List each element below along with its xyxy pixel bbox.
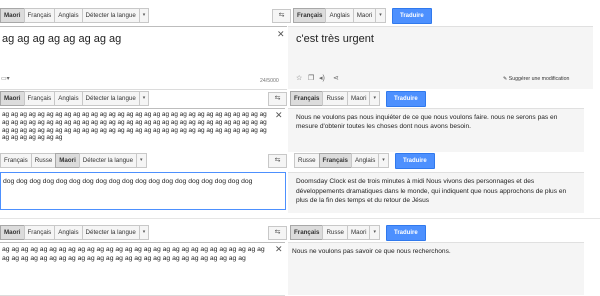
source-language-bar: Maori Français Anglais Détecter la langu… (0, 90, 150, 106)
swap-icon: ⇆ (274, 229, 281, 236)
target-tab-russe[interactable]: Russe (294, 152, 320, 168)
translate-button[interactable]: Traduire (395, 153, 435, 169)
target-tab-francais[interactable]: Français (293, 7, 327, 23)
target-tab-anglais[interactable]: Anglais (325, 7, 354, 23)
source-text: ag ag ag ag ag ag ag ag ag ag ag ag ag a… (2, 246, 265, 262)
translation-text: Nous ne voulons pas nous inquiéter de ce… (296, 114, 558, 130)
char-counter: 24/5000 (260, 78, 279, 84)
source-text: ag ag ag ag ag ag ag ag (2, 33, 122, 45)
source-language-bar: Maori Français Anglais Détecter la langu… (0, 224, 150, 240)
translation-output: c'est très urgent ☆ ❐ ◂) ⋖ ✎ Suggérer un… (288, 26, 593, 89)
target-tab-francais[interactable]: Français (290, 224, 324, 240)
swap-icon: ⇆ (274, 95, 281, 102)
source-tab-francais[interactable]: Français (23, 224, 56, 240)
keyboard-icon[interactable]: ▭▾ (1, 75, 10, 82)
translate-panel-2: Maori Français Anglais Détecter la langu… (0, 90, 600, 154)
swap-languages-button[interactable]: ⇆ (268, 226, 287, 240)
suggest-edit-label: Suggérer une modification (508, 76, 570, 82)
target-language-bar: Français Anglais Maori ▾ (293, 7, 386, 23)
target-tab-maori[interactable]: Maori (352, 7, 377, 23)
translation-output: Doomsday Clock est de trois minutes à mi… (288, 172, 584, 213)
source-tab-maori[interactable]: Maori (0, 90, 25, 106)
source-tab-maori[interactable]: Maori (55, 152, 80, 168)
source-more-dropdown[interactable]: ▾ (138, 90, 150, 106)
source-more-dropdown[interactable]: ▾ (138, 224, 150, 240)
source-tab-maori[interactable]: Maori (0, 7, 25, 23)
target-tab-russe[interactable]: Russe (322, 224, 348, 240)
target-more-dropdown[interactable]: ▾ (375, 7, 386, 23)
source-textarea[interactable]: ag ag ag ag ag ag ag ag ag ag ag ag ag a… (0, 242, 285, 296)
source-tab-francais[interactable]: Français (23, 7, 56, 23)
target-tab-russe[interactable]: Russe (322, 90, 348, 106)
swap-languages-button[interactable]: ⇆ (268, 154, 287, 168)
translation-text: Doomsday Clock est de trois minutes à mi… (296, 178, 567, 204)
target-tab-anglais[interactable]: Anglais (351, 152, 380, 168)
source-tab-detect[interactable]: Détecter la langue (81, 7, 140, 23)
target-more-dropdown[interactable]: ▾ (369, 224, 380, 240)
translation-output: Nous ne voulons pas nous inquiéter de ce… (288, 108, 584, 153)
source-tab-detect[interactable]: Détecter la langue (78, 152, 138, 168)
target-more-dropdown[interactable]: ▾ (378, 152, 389, 168)
source-textarea[interactable]: ag ag ag ag ag ag ag ag ✕ ▭▾ 24/5000 (0, 26, 287, 90)
source-tab-anglais[interactable]: Anglais (54, 7, 83, 23)
source-tab-russe[interactable]: Russe (30, 152, 57, 168)
clear-source-button[interactable]: ✕ (277, 29, 285, 40)
translate-panel-1: Maori Français Anglais Détecter la langu… (0, 0, 600, 92)
star-icon[interactable]: ☆ (296, 74, 302, 82)
translate-button[interactable]: Traduire (392, 8, 432, 24)
source-tab-anglais[interactable]: Anglais (54, 90, 83, 106)
source-language-bar: Maori Français Anglais Détecter la langu… (0, 7, 150, 23)
swap-languages-button[interactable]: ⇆ (268, 92, 287, 106)
suggest-edit-link[interactable]: ✎ Suggérer une modification (503, 76, 569, 82)
share-icon[interactable]: ⋖ (333, 74, 339, 82)
speaker-icon[interactable]: ◂) (319, 74, 325, 82)
source-tab-maori[interactable]: Maori (0, 224, 25, 240)
target-language-bar: Russe Français Anglais ▾ (294, 152, 389, 168)
source-tab-detect[interactable]: Détecter la langue (81, 90, 140, 106)
source-tab-francais[interactable]: Français (0, 152, 32, 168)
source-tab-francais[interactable]: Français (23, 90, 56, 106)
source-textarea[interactable]: dog dog dog dog dog dog dog dog dog dog … (0, 172, 286, 210)
translate-button[interactable]: Traduire (386, 225, 426, 241)
target-tab-francais[interactable]: Français (318, 152, 352, 168)
swap-icon: ⇆ (274, 157, 281, 164)
target-language-bar: Français Russe Maori ▾ (290, 90, 380, 106)
source-text: dog dog dog dog dog dog dog dog dog dog … (3, 178, 253, 185)
source-tab-anglais[interactable]: Anglais (54, 224, 83, 240)
source-text: ag ag ag ag ag ag ag ag ag ag ag ag ag a… (2, 111, 267, 142)
divider (0, 218, 600, 219)
source-more-dropdown[interactable]: ▾ (136, 152, 147, 168)
translate-panel-4: Maori Français Anglais Détecter la langu… (0, 218, 600, 296)
swap-languages-button[interactable]: ⇆ (272, 9, 291, 23)
target-more-dropdown[interactable]: ▾ (369, 90, 380, 106)
translation-text: c'est très urgent (296, 33, 374, 45)
copy-icon[interactable]: ❐ (308, 74, 314, 82)
translation-text: Nous ne voulons pas savoir ce que nous r… (292, 248, 451, 255)
target-tab-maori[interactable]: Maori (347, 90, 371, 106)
swap-icon: ⇆ (278, 12, 285, 19)
translate-button[interactable]: Traduire (386, 91, 426, 107)
target-language-bar: Français Russe Maori ▾ (290, 224, 380, 240)
source-textarea[interactable]: ag ag ag ag ag ag ag ag ag ag ag ag ag a… (0, 108, 285, 154)
translate-panel-3: Français Russe Maori Détecter la langue … (0, 152, 600, 213)
source-language-bar: Français Russe Maori Détecter la langue … (0, 152, 147, 168)
clear-source-button[interactable]: ✕ (275, 244, 283, 255)
translation-output: Nous ne voulons pas savoir ce que nous r… (288, 242, 584, 295)
clear-source-button[interactable]: ✕ (275, 110, 283, 121)
target-tab-maori[interactable]: Maori (347, 224, 371, 240)
source-tab-detect[interactable]: Détecter la langue (81, 224, 140, 240)
target-tab-francais[interactable]: Français (290, 90, 324, 106)
source-more-dropdown[interactable]: ▾ (138, 7, 150, 23)
